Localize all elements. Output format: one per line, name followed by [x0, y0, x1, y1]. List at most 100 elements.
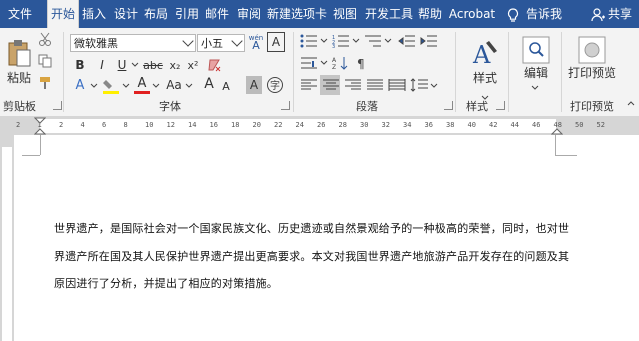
align-left-icon[interactable] [300, 78, 318, 92]
chevron-down-icon[interactable] [352, 38, 360, 44]
lightbulb-icon [507, 7, 519, 22]
clipboard-launcher[interactable] [53, 101, 62, 110]
edit-button[interactable]: 编辑 [514, 32, 558, 84]
highlight-icon[interactable] [102, 77, 120, 95]
ruler-number: 10 [145, 121, 154, 129]
chevron-down-icon [531, 85, 539, 90]
tab-design[interactable]: 设计 [112, 0, 140, 28]
clear-formatting-icon[interactable] [206, 58, 222, 74]
right-indent-marker-icon[interactable] [551, 123, 563, 135]
chevron-down-icon[interactable] [320, 60, 328, 66]
font-color-button[interactable]: A [134, 75, 150, 91]
font-name-combo[interactable]: 微软雅黑 [70, 34, 196, 52]
group-label-font: 字体 [159, 100, 181, 113]
styles-launcher[interactable] [496, 101, 505, 110]
grow-font-button[interactable]: A [202, 75, 216, 93]
align-center-icon[interactable] [322, 78, 340, 92]
chevron-down-icon[interactable] [122, 83, 130, 89]
tab-help[interactable]: 帮助 [416, 0, 444, 28]
chevron-down-icon[interactable] [152, 83, 160, 89]
person-icon [591, 7, 605, 21]
tab-home[interactable]: 开始 [47, 0, 79, 28]
change-case-button[interactable]: Aa [164, 76, 184, 94]
ruler-number: 2 [59, 121, 64, 129]
paste-button[interactable]: 粘贴 [4, 32, 34, 92]
copy-icon[interactable] [38, 54, 52, 68]
chevron-down-icon[interactable] [90, 83, 98, 89]
margin-mark [555, 155, 577, 156]
ruler-number: 50 [575, 121, 584, 129]
font-launcher[interactable] [281, 101, 290, 110]
ruler-number: 52 [596, 121, 605, 129]
text-effects-button[interactable]: A [72, 76, 88, 94]
bullets-icon[interactable] [300, 34, 318, 48]
line-spacing-icon[interactable] [410, 78, 428, 92]
ruler-number: 12 [166, 121, 175, 129]
multilevel-list-icon[interactable] [364, 34, 382, 48]
tell-me[interactable]: 告诉我 [506, 0, 562, 28]
font-size-combo[interactable]: 小五 [197, 34, 245, 52]
chevron-down-icon[interactable] [131, 62, 139, 68]
chevron-down-icon[interactable] [320, 38, 328, 44]
ruler-number: 4 [80, 121, 85, 129]
ruler-number: 8 [123, 121, 128, 129]
doc-line-2[interactable]: 界遗产所在国及其人民保护世界遗产提出更高要求。本文对我国世界遗产地旅游产品开发存… [54, 248, 569, 264]
tab-review[interactable]: 审阅 [235, 0, 263, 28]
chevron-down-icon[interactable] [185, 83, 193, 89]
strikethrough-button[interactable]: abc [142, 56, 164, 74]
align-right-icon[interactable] [344, 78, 362, 92]
search-icon [522, 36, 550, 63]
print-preview-icon [578, 36, 606, 63]
vruler-area [2, 147, 12, 341]
tab-layout[interactable]: 布局 [142, 0, 170, 28]
show-marks-icon[interactable]: ¶ [354, 56, 372, 70]
print-preview-button[interactable]: 打印预览 [565, 32, 619, 84]
distributed-icon[interactable] [388, 78, 406, 92]
char-border-button[interactable]: A [267, 32, 285, 52]
separator [455, 32, 456, 112]
phonetic-guide-button[interactable]: wén A [248, 32, 264, 52]
tab-insert[interactable]: 插入 [80, 0, 108, 28]
decrease-indent-icon[interactable] [398, 34, 416, 48]
chevron-down-icon[interactable] [430, 83, 438, 89]
format-painter-icon[interactable] [38, 76, 52, 90]
subscript-button[interactable]: x₂ [168, 56, 182, 74]
tab-mailings[interactable]: 邮件 [203, 0, 231, 28]
tab-developer[interactable]: 开发工具 [363, 0, 415, 28]
indent-marker-icon[interactable] [34, 117, 46, 135]
doc-line-3[interactable]: 原因进行了分析，并提出了相应的对策措施。 [54, 275, 278, 291]
tab-file[interactable]: 文件 [2, 0, 38, 28]
chevron-down-icon[interactable] [384, 38, 392, 44]
shrink-font-button[interactable]: A [220, 78, 232, 94]
margin-mark [40, 135, 41, 155]
tab-acrobat[interactable]: Acrobat [448, 0, 496, 28]
italic-label: I [100, 58, 104, 72]
styles-icon: A [472, 40, 497, 69]
collapse-ribbon-icon[interactable] [627, 100, 635, 106]
doc-line-1[interactable]: 世界遗产，是国际社会对一个国家民族文化、历史遗迹或自然景观给予的一种极高的荣誉，… [54, 220, 569, 236]
numbering-icon[interactable]: 123 [332, 34, 350, 48]
char-shading-button[interactable]: A [246, 76, 262, 94]
tab-new[interactable]: 新建选项卡 [266, 0, 328, 28]
increase-indent-icon[interactable] [420, 34, 438, 48]
svg-text:Z: Z [332, 64, 336, 70]
tab-view[interactable]: 视图 [331, 0, 359, 28]
italic-button[interactable]: I [94, 56, 110, 74]
ruler-number: 18 [231, 121, 240, 129]
styles-button[interactable]: A 样式 [464, 32, 506, 92]
cut-icon[interactable] [38, 32, 52, 46]
underline-button[interactable]: U [114, 56, 130, 74]
word-window: 文件 开始 插入 设计 布局 引用 邮件 审阅 新建选项卡 视图 开发工具 帮助… [0, 0, 639, 341]
justify-icon[interactable] [366, 78, 384, 92]
ruler-number: 22 [274, 121, 283, 129]
bold-button[interactable]: B [72, 56, 88, 74]
share-button[interactable]: 共享 [591, 0, 632, 28]
chinese-layout-icon[interactable] [300, 56, 318, 70]
enclose-char-icon[interactable]: 字 [266, 76, 284, 94]
superscript-button[interactable]: x² [186, 56, 200, 74]
paragraph-launcher[interactable] [444, 101, 453, 110]
sort-icon[interactable]: AZ [332, 56, 350, 70]
tab-references[interactable]: 引用 [173, 0, 201, 28]
horizontal-ruler[interactable]: 2 1 2 4 6 8 10 12 14 16 18 20 22 24 26 28 30 32 34 36 38 40 42… [0, 117, 639, 135]
document-page[interactable]: 世界遗产，是国际社会对一个国家民族文化、历史遗迹或自然景观给予的一种极高的荣誉，… [14, 135, 639, 341]
